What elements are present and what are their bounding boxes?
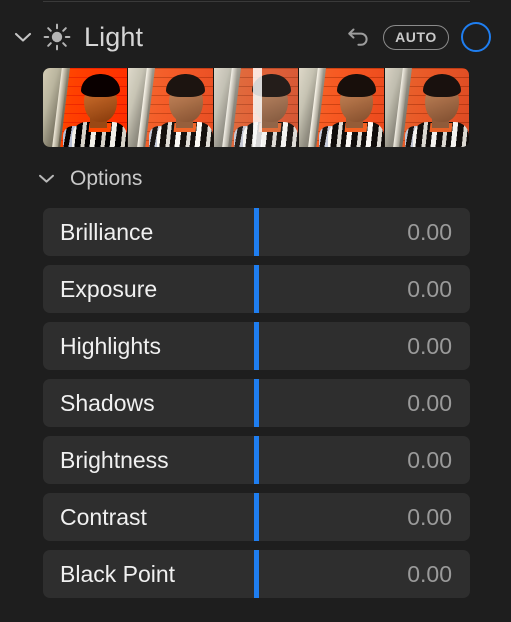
options-disclosure-toggle[interactable] [32,164,60,192]
portrait-thumbnail-image [43,68,128,147]
reset-arrow-icon [348,28,368,46]
slider-label: Contrast [60,503,147,530]
slider-label: Shadows [60,389,155,416]
slider-row-shadows[interactable]: Shadows 0.00 [43,379,470,427]
slider-row-contrast[interactable]: Contrast 0.00 [43,493,470,541]
portrait-thumbnail-image [299,68,384,147]
filmstrip-thumbnail-selected[interactable] [213,68,300,147]
chevron-down-icon [38,174,54,183]
slider-row-brightness[interactable]: Brightness 0.00 [43,436,470,484]
filmstrip-thumbnail[interactable] [43,68,129,147]
slider-row-highlights[interactable]: Highlights 0.00 [43,322,470,370]
light-section-header: Light AUTO [0,10,511,64]
light-adjustment-panel: Light AUTO Options Brilliance 0.00 Expos… [0,0,511,622]
portrait-thumbnail-image [213,68,299,147]
filmstrip-thumbnail[interactable] [128,68,214,147]
options-label: Options [70,166,143,190]
slider-label: Black Point [60,560,176,587]
slider-knob[interactable] [254,265,259,313]
slider-knob[interactable] [254,436,259,484]
slider-value: 0.00 [407,503,452,530]
slider-knob[interactable] [254,550,259,598]
filmstrip-thumbnail[interactable] [299,68,385,147]
light-disclosure-toggle[interactable] [8,22,38,52]
sun-icon [42,22,72,52]
slider-knob[interactable] [254,493,259,541]
slider-knob[interactable] [254,208,259,256]
auto-button[interactable]: AUTO [383,24,449,50]
options-header[interactable]: Options [0,158,142,198]
slider-value: 0.00 [407,218,452,245]
slider-value: 0.00 [407,446,452,473]
filmstrip-thumbnail[interactable] [384,68,469,147]
auto-button-label: AUTO [395,29,437,45]
slider-knob[interactable] [254,322,259,370]
portrait-thumbnail-image [384,68,469,147]
slider-label: Brightness [60,446,169,473]
slider-row-brilliance[interactable]: Brilliance 0.00 [43,208,470,256]
slider-value: 0.00 [407,389,452,416]
slider-value: 0.00 [407,560,452,587]
slider-value: 0.00 [407,332,452,359]
panel-top-divider [43,1,470,2]
reset-button[interactable] [343,21,375,53]
slider-label: Exposure [60,275,158,302]
chevron-down-icon [14,32,32,42]
page-title: Light [84,21,144,52]
light-slider-list: Brilliance 0.00 Exposure 0.00 Highlights… [43,208,470,598]
light-enable-toggle[interactable] [461,22,491,52]
slider-row-black-point[interactable]: Black Point 0.00 [43,550,470,598]
adjustment-filmstrip[interactable] [43,68,469,147]
slider-label: Highlights [60,332,161,359]
portrait-thumbnail-image [128,68,213,147]
slider-knob[interactable] [254,379,259,427]
slider-row-exposure[interactable]: Exposure 0.00 [43,265,470,313]
slider-label: Brilliance [60,218,154,245]
slider-value: 0.00 [407,275,452,302]
